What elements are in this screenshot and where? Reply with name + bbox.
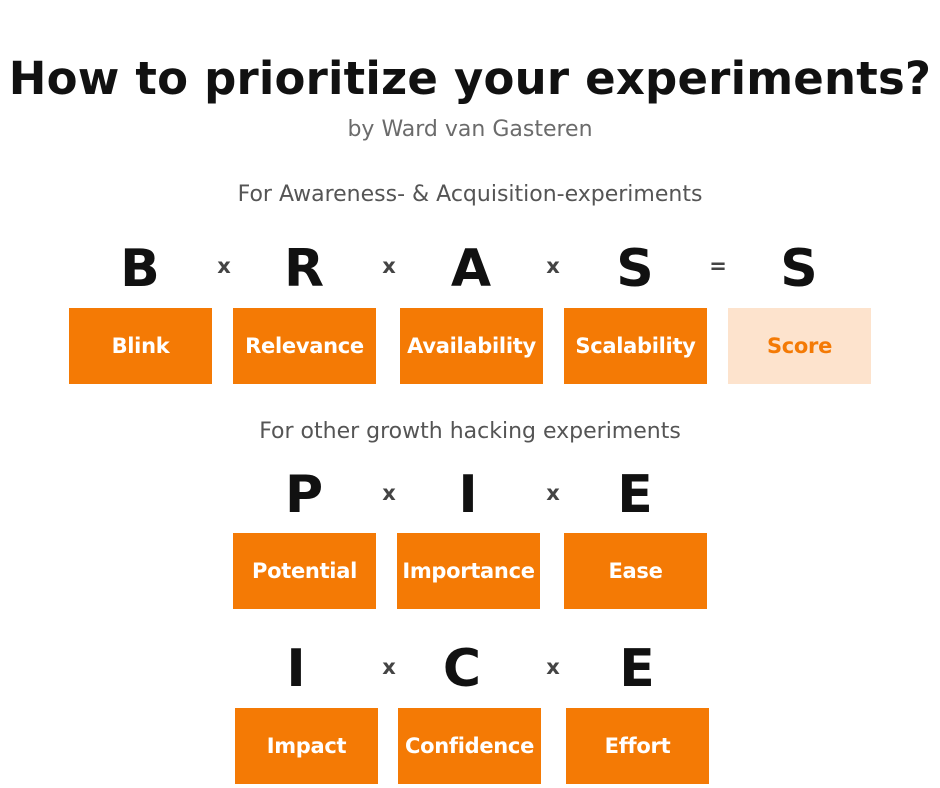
pie-letter-i: I (458, 465, 478, 525)
impact-box: Impact (235, 708, 378, 784)
brass-letter-a: A (450, 239, 492, 299)
confidence-box: Confidence (398, 708, 541, 784)
page-title: How to prioritize your experiments? (8, 52, 932, 105)
potential-box: Potential (233, 533, 376, 609)
ice-letter-c: C (442, 639, 482, 699)
pie-letter-e: E (617, 465, 653, 525)
score-box: Score (728, 308, 871, 384)
blink-box: Blink (69, 308, 212, 384)
author-byline: by Ward van Gasteren (347, 117, 593, 142)
effort-box: Effort (566, 708, 709, 784)
pie-letter-p: P (284, 465, 324, 525)
ice-letter-i: I (286, 639, 306, 699)
relevance-box: Relevance (233, 308, 376, 384)
other-section-label: For other growth hacking experiments (259, 419, 681, 444)
brass-letter-r: R (283, 239, 325, 299)
brass-letter-s: S (616, 239, 654, 299)
brass-letter-score: S (780, 239, 818, 299)
brass-letter-b: B (120, 239, 160, 299)
ice-letter-e: E (619, 639, 655, 699)
importance-box: Importance (397, 533, 540, 609)
ease-box: Ease (564, 533, 707, 609)
brass-section-label: For Awareness- & Acquisition-experiments (237, 182, 703, 207)
availability-box: Availability (400, 308, 543, 384)
scalability-box: Scalability (564, 308, 707, 384)
